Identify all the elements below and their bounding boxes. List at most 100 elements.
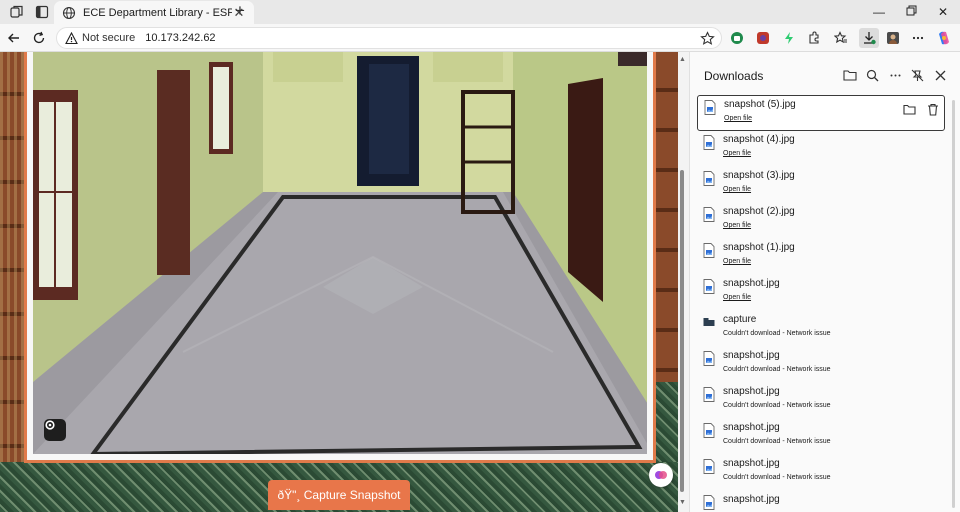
download-filename[interactable]: snapshot.jpg [723, 278, 780, 289]
bookshelf-background-right [654, 52, 678, 382]
download-filename[interactable]: snapshot.jpg [723, 422, 780, 433]
download-status: Couldn't download - Network issue [723, 402, 831, 409]
open-folder-icon[interactable] [841, 66, 859, 84]
security-label[interactable]: Not secure [82, 32, 135, 44]
scroll-down-arrow[interactable]: ▼ [679, 499, 686, 507]
copilot-brain-icon [655, 471, 667, 479]
copilot-floating-button[interactable] [649, 463, 673, 487]
image-file-icon [703, 495, 715, 510]
title-bar: ECE Department Library - ESP32- ✕ + — ✕ [0, 0, 960, 24]
download-filename[interactable]: snapshot (4).jpg [723, 134, 795, 145]
open-file-link[interactable]: Open file [724, 115, 752, 122]
open-file-link[interactable]: Open file [723, 222, 751, 229]
download-status: Couldn't download - Network issue [723, 366, 831, 373]
more-menu-icon[interactable] [910, 30, 926, 46]
show-in-folder-icon[interactable] [902, 102, 916, 116]
camera-stream [33, 52, 647, 454]
download-filename[interactable]: snapshot (3).jpg [723, 170, 795, 181]
downloads-panel: Downloads snapshot (5).jpg Open file sna… [689, 52, 960, 512]
download-item[interactable]: snapshot.jpg Couldn't download - Network… [697, 383, 945, 419]
back-button[interactable] [5, 29, 23, 47]
image-file-icon [703, 243, 715, 258]
download-filename[interactable]: snapshot.jpg [723, 494, 780, 505]
page-scrollbar[interactable]: ▲ ▼ [678, 52, 686, 512]
open-file-link[interactable]: Open file [723, 150, 751, 157]
download-item[interactable]: snapshot (4).jpg Open file [697, 131, 945, 167]
open-file-link[interactable]: Open file [723, 186, 751, 193]
download-filename[interactable]: snapshot.jpg [723, 386, 780, 397]
download-status: Couldn't download - Network issue [723, 330, 831, 337]
downloads-toolbar-icon[interactable] [859, 28, 879, 48]
warning-icon[interactable] [65, 31, 78, 45]
workspaces-icon[interactable] [9, 4, 25, 20]
image-file-icon [703, 135, 715, 150]
more-options-icon[interactable] [886, 66, 904, 84]
search-downloads-icon[interactable] [863, 66, 881, 84]
downloads-list: snapshot (5).jpg Open file snapshot (4).… [697, 95, 945, 512]
download-filename[interactable]: snapshot (2).jpg [723, 206, 795, 217]
download-item[interactable]: snapshot.jpg Couldn't download - Network… [697, 347, 945, 383]
unpin-icon[interactable] [908, 66, 926, 84]
download-item[interactable]: snapshot (1).jpg Open file [697, 239, 945, 275]
close-window-button[interactable]: ✕ [934, 3, 952, 21]
image-file-icon [703, 423, 715, 438]
close-panel-icon[interactable] [931, 66, 949, 84]
downloads-title: Downloads [704, 69, 764, 83]
url-text[interactable]: 10.173.242.62 [145, 32, 215, 44]
url-bar[interactable]: Not secure 10.173.242.62 [56, 27, 722, 49]
download-filename[interactable]: capture [723, 314, 756, 325]
download-item[interactable]: snapshot.jpg [697, 491, 945, 512]
download-item[interactable]: snapshot.jpg Couldn't download - Network… [697, 455, 945, 491]
image-file-icon [703, 387, 715, 402]
open-file-link[interactable]: Open file [723, 258, 751, 265]
favorites-icon[interactable] [833, 30, 849, 46]
download-status: Couldn't download - Network issue [723, 474, 831, 481]
download-filename[interactable]: snapshot.jpg [723, 458, 780, 469]
restore-button[interactable] [902, 3, 920, 21]
bookshelf-background-left [0, 52, 26, 462]
open-file-link[interactable]: Open file [723, 294, 751, 301]
globe-icon [62, 6, 76, 19]
image-file-icon [703, 279, 715, 294]
web-page: ðŸ"¸ Capture Snapshot [0, 52, 678, 512]
image-file-icon [703, 351, 715, 366]
download-status: Couldn't download - Network issue [723, 438, 831, 445]
download-item[interactable]: snapshot (3).jpg Open file [697, 167, 945, 203]
camera-frame [24, 52, 656, 463]
tab-actions-icon[interactable] [34, 4, 50, 20]
extension-shield-icon[interactable] [729, 30, 745, 46]
settings-gear-icon [45, 420, 55, 430]
tab-title: ECE Department Library - ESP32- [83, 6, 232, 19]
camera-image [33, 52, 647, 454]
generic-file-icon [703, 318, 715, 326]
download-filename[interactable]: snapshot (1).jpg [723, 242, 795, 253]
extension-bolt-icon[interactable] [781, 30, 797, 46]
delete-icon[interactable] [926, 102, 940, 116]
profile-avatar-icon[interactable] [885, 30, 901, 46]
refresh-button[interactable] [30, 29, 48, 47]
stream-toggle-button[interactable] [44, 419, 66, 441]
download-item[interactable]: snapshot (5).jpg Open file [697, 95, 945, 131]
carpet-background-right [654, 382, 678, 462]
browser-tab[interactable]: ECE Department Library - ESP32- ✕ [54, 1, 254, 24]
download-filename[interactable]: snapshot.jpg [723, 350, 780, 361]
capture-snapshot-button[interactable]: ðŸ"¸ Capture Snapshot [268, 480, 410, 510]
image-file-icon [704, 100, 716, 115]
image-file-icon [703, 459, 715, 474]
download-item[interactable]: snapshot.jpg Couldn't download - Network… [697, 419, 945, 455]
minimize-button[interactable]: — [870, 3, 888, 21]
extensions-puzzle-icon[interactable] [806, 30, 822, 46]
download-filename[interactable]: snapshot (5).jpg [724, 99, 796, 110]
scroll-up-arrow[interactable]: ▲ [679, 56, 686, 64]
download-item[interactable]: capture Couldn't download - Network issu… [697, 311, 945, 347]
new-tab-button[interactable]: + [232, 2, 248, 19]
favorite-star-icon[interactable] [700, 31, 715, 46]
download-item[interactable]: snapshot (2).jpg Open file [697, 203, 945, 239]
downloads-scrollbar[interactable] [952, 100, 955, 508]
image-file-icon [703, 207, 715, 222]
address-toolbar: Not secure 10.173.242.62 [0, 24, 960, 52]
copilot-icon[interactable] [936, 30, 952, 46]
download-item[interactable]: snapshot.jpg Open file [697, 275, 945, 311]
scroll-thumb[interactable] [680, 170, 684, 492]
extension-record-icon[interactable] [755, 30, 771, 46]
